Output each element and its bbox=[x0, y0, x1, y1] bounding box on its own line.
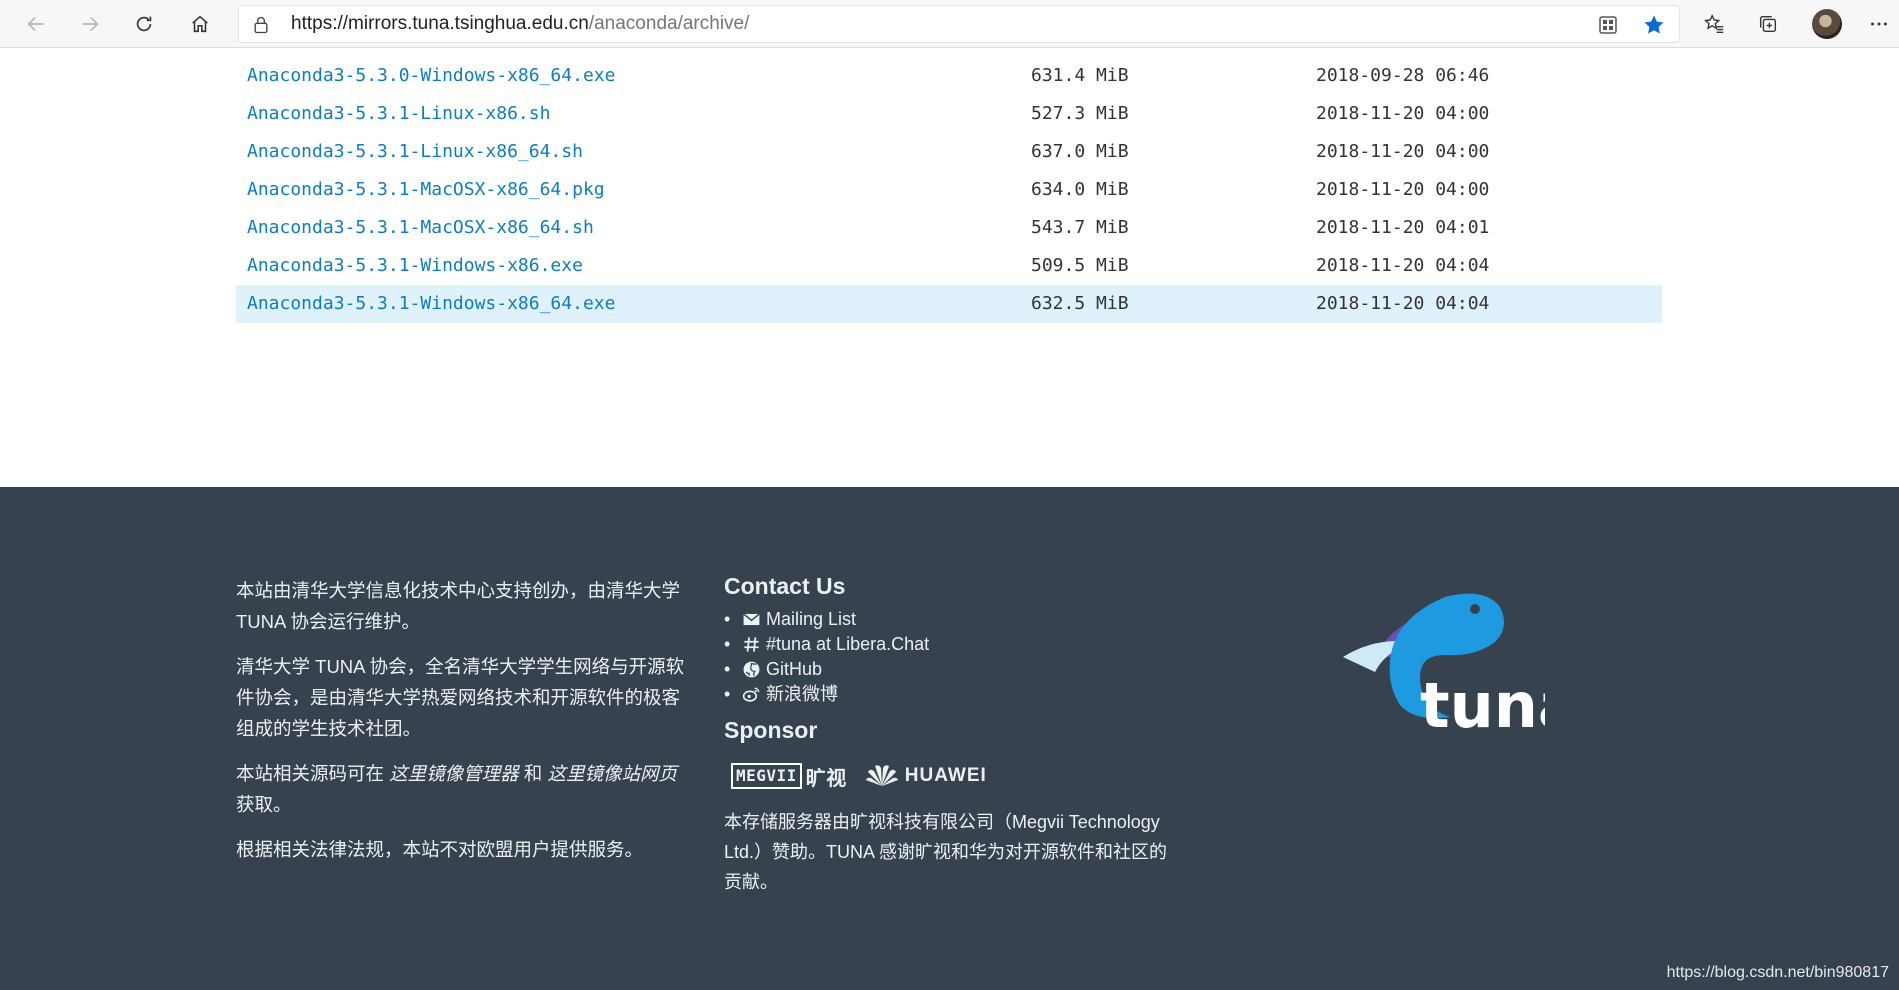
file-date: 2018-09-28 06:46 bbox=[1316, 65, 1490, 86]
file-date: 2018-11-20 04:00 bbox=[1316, 103, 1490, 124]
tuna-description: 清华大学 TUNA 协会，全名清华大学学生网络与开源软件协会，是由清华大学热爱网… bbox=[236, 656, 685, 739]
arrow-left-icon bbox=[27, 16, 44, 32]
megvii-chinese: 旷视 bbox=[805, 767, 847, 790]
sponsor-description: 本存储服务器由旷视科技有限公司（Megvii Technology Ltd.）赞… bbox=[724, 812, 1168, 892]
irc-link[interactable]: #tuna at Libera.Chat bbox=[766, 632, 929, 657]
file-size: 508.7 MiB bbox=[1031, 48, 1129, 57]
contact-item-irc[interactable]: #tuna at Libera.Chat bbox=[724, 632, 1194, 657]
huawei-logo[interactable]: HUAWEI bbox=[865, 762, 987, 790]
address-bar[interactable]: https://mirrors.tuna.tsinghua.edu.cn/ana… bbox=[238, 5, 1680, 43]
file-date: 2018-11-20 04:00 bbox=[1316, 141, 1490, 162]
source-mid: 和 bbox=[518, 763, 548, 784]
browser-toolbar: https://mirrors.tuna.tsinghua.edu.cn/ana… bbox=[0, 0, 1899, 48]
file-size: 631.4 MiB bbox=[1031, 65, 1129, 86]
refresh-icon bbox=[136, 16, 152, 32]
file-link[interactable]: Anaconda3-5.3.1-Windows-x86_64.exe bbox=[247, 285, 615, 323]
file-date: 2018-11-20 04:00 bbox=[1316, 179, 1490, 200]
tuna-logo-text: tuna bbox=[1420, 669, 1545, 737]
file-link[interactable]: Anaconda3-5.3.1-MacOSX-x86_64.pkg bbox=[247, 171, 605, 209]
profile-avatar[interactable] bbox=[1812, 9, 1842, 39]
about-column: 本站由清华大学信息化技术中心支持创办，由清华大学 TUNA 协会运行维护。 清华… bbox=[236, 575, 691, 879]
file-row-highlighted: Anaconda3-5.3.1-Windows-x86_64.exe 632.5… bbox=[236, 285, 1662, 323]
file-row: Anaconda3-5.3.1-Windows-x86.exe 509.5 Mi… bbox=[236, 247, 1662, 285]
collections-button[interactable] bbox=[1750, 6, 1786, 42]
source-suffix: 获取。 bbox=[236, 794, 292, 815]
file-link[interactable]: Anaconda3-5.3.1-Linux-x86_64.sh bbox=[247, 133, 583, 171]
source-prefix: 本站相关源码可在 bbox=[236, 763, 390, 784]
file-date: 2018-11-20 04:04 bbox=[1316, 255, 1490, 276]
lock-icon[interactable] bbox=[251, 15, 271, 35]
arrow-right-icon bbox=[82, 16, 99, 32]
tuna-logo[interactable]: tuna bbox=[1335, 587, 1545, 737]
url-host: https://mirrors.tuna.tsinghua.edu.cn bbox=[291, 13, 589, 34]
file-link[interactable]: Anaconda3-5.3.1-Windows-x86.exe bbox=[247, 247, 583, 285]
mirror-web-link[interactable]: 这里镜像站网页 bbox=[547, 763, 677, 784]
mirror-manager-link[interactable]: 这里镜像管理器 bbox=[389, 763, 519, 784]
favorite-star-icon[interactable] bbox=[1642, 13, 1666, 37]
file-row: Anaconda3-5.3.1-MacOSX-x86_64.pkg 634.0 … bbox=[236, 171, 1662, 209]
file-date: 2018-09-28 06:46 bbox=[1316, 48, 1489, 57]
weibo-link[interactable]: 新浪微博 bbox=[766, 682, 838, 707]
collections-icon bbox=[1759, 15, 1777, 33]
file-size: 637.0 MiB bbox=[1031, 141, 1129, 162]
refresh-button[interactable] bbox=[126, 6, 162, 42]
back-button[interactable] bbox=[18, 6, 54, 42]
huawei-wordmark: HUAWEI bbox=[904, 765, 987, 786]
sponsor-logos: MEGVII 旷视 HUAWEI bbox=[731, 759, 1194, 793]
megvii-wordmark: MEGVII bbox=[731, 763, 802, 789]
more-menu-button[interactable] bbox=[1864, 6, 1894, 42]
file-row: Anaconda3-5.3.1-Linux-x86.sh 527.3 MiB 2… bbox=[236, 95, 1662, 133]
site-footer: 本站由清华大学信息化技术中心支持创办，由清华大学 TUNA 协会运行维护。 清华… bbox=[0, 487, 1899, 990]
about-paragraph: 本站由清华大学信息化技术中心支持创办，由清华大学 TUNA 协会运行维护。 bbox=[236, 580, 681, 632]
file-size: 527.3 MiB bbox=[1031, 103, 1129, 124]
url-path: /anaconda/archive/ bbox=[588, 13, 750, 34]
contact-heading: Contact Us bbox=[724, 573, 846, 599]
source-code-paragraph: 本站相关源码可在 这里镜像管理器 和 这里镜像站网页 获取。 bbox=[236, 758, 691, 820]
file-size: 509.5 MiB bbox=[1031, 255, 1129, 276]
file-date: 2018-11-20 04:04 bbox=[1316, 293, 1490, 314]
mailing-list-link[interactable]: Mailing List bbox=[766, 607, 856, 632]
sponsor-heading: Sponsor bbox=[724, 717, 818, 743]
file-link[interactable]: Anaconda3-5.3.1-Linux-x86.sh bbox=[247, 95, 550, 133]
url-text[interactable]: https://mirrors.tuna.tsinghua.edu.cn/ana… bbox=[291, 6, 749, 42]
favorites-button[interactable] bbox=[1696, 6, 1732, 42]
contact-item-github[interactable]: GitHub bbox=[724, 657, 1194, 682]
contact-list: Mailing List #tuna at Libera.Chat GitHub… bbox=[724, 607, 1194, 707]
favorites-list-icon bbox=[1704, 14, 1724, 33]
csdn-watermark: https://blog.csdn.net/bin980817 bbox=[1666, 964, 1889, 981]
contact-item-weibo[interactable]: 新浪微博 bbox=[724, 682, 1194, 707]
file-link[interactable]: Anaconda3-5.3.0-Windows-x86.exe bbox=[247, 48, 583, 57]
file-date: 2018-11-20 04:01 bbox=[1316, 217, 1490, 238]
github-icon bbox=[743, 661, 760, 678]
contact-item-mailing-list[interactable]: Mailing List bbox=[724, 607, 1194, 632]
contact-sponsor-column: Contact Us Mailing List #tuna at Libera.… bbox=[724, 569, 1194, 897]
forward-button[interactable] bbox=[72, 6, 108, 42]
file-size: 634.0 MiB bbox=[1031, 179, 1129, 200]
more-dots-icon bbox=[1871, 22, 1887, 26]
file-row: Anaconda3-5.3.0-Windows-x86.exe 508.7 Mi… bbox=[236, 48, 1662, 57]
file-listing: Anaconda3-5.3.0-Windows-x86.exe 508.7 Mi… bbox=[236, 48, 1662, 323]
file-row: Anaconda3-5.3.0-Windows-x86_64.exe 631.4… bbox=[236, 57, 1662, 95]
file-link[interactable]: Anaconda3-5.3.1-MacOSX-x86_64.sh bbox=[247, 209, 594, 247]
home-button[interactable] bbox=[182, 6, 218, 42]
github-link[interactable]: GitHub bbox=[766, 657, 822, 682]
file-size: 543.7 MiB bbox=[1031, 217, 1129, 238]
envelope-icon bbox=[743, 613, 760, 626]
weibo-icon bbox=[742, 687, 760, 702]
file-size: 632.5 MiB bbox=[1031, 293, 1129, 314]
file-row: Anaconda3-5.3.1-MacOSX-x86_64.sh 543.7 M… bbox=[236, 209, 1662, 247]
megvii-logo[interactable]: MEGVII 旷视 bbox=[731, 762, 847, 791]
file-link[interactable]: Anaconda3-5.3.0-Windows-x86_64.exe bbox=[247, 57, 615, 95]
huawei-flower-icon bbox=[865, 765, 898, 786]
home-icon bbox=[192, 15, 208, 33]
app-grid-icon[interactable] bbox=[1596, 13, 1620, 37]
eu-notice: 根据相关法律法规，本站不对欧盟用户提供服务。 bbox=[236, 839, 644, 860]
hashtag-icon bbox=[744, 637, 759, 652]
file-row: Anaconda3-5.3.1-Linux-x86_64.sh 637.0 Mi… bbox=[236, 133, 1662, 171]
